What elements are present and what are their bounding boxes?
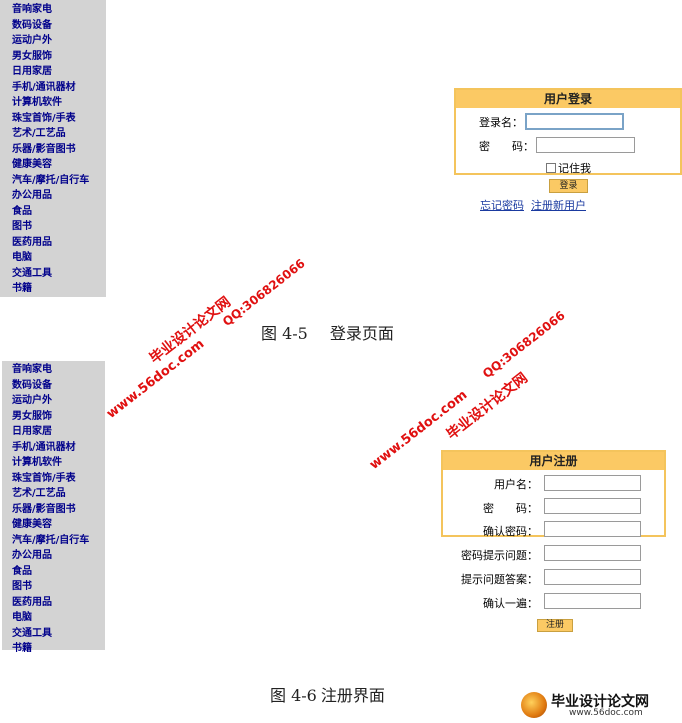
register-link[interactable]: 注册新用户 [531,197,586,213]
category-link[interactable]: 交通工具 [12,626,105,642]
category-link[interactable]: 珠宝首饰/手表 [12,111,106,127]
category-link[interactable]: 珠宝首饰/手表 [12,471,105,487]
category-link[interactable]: 食品 [12,564,105,580]
remember-checkbox[interactable] [546,163,556,173]
category-link[interactable]: 医药用品 [12,595,105,611]
category-link[interactable]: 艺术/工艺品 [12,126,106,142]
category-link[interactable]: 书籍 [12,281,106,297]
category-link[interactable]: 电脑 [12,250,106,266]
category-link[interactable]: 艺术/工艺品 [12,486,105,502]
category-sidebar-bottom: 音响家电 数码设备 运动户外 男女服饰 日用家居 手机/通讯器材 计算机软件 珠… [2,361,105,654]
category-link[interactable]: 汽车/摩托/自行车 [12,173,106,189]
reg-username-input[interactable] [544,475,641,491]
category-link[interactable]: 乐器/影音图书 [12,502,105,518]
category-link[interactable]: 手机/通讯器材 [12,440,105,456]
category-link[interactable]: 健康美容 [12,517,105,533]
category-link[interactable]: 医药用品 [12,235,106,251]
site-logo: 毕业设计论文网 www.56doc.com [517,690,677,720]
category-link[interactable]: 男女服饰 [12,49,106,65]
login-title: 用户登录 [456,90,680,108]
category-link[interactable]: 图书 [12,579,105,595]
reg-password-input[interactable] [544,498,641,514]
category-link[interactable]: 日用家居 [12,424,105,440]
username-input[interactable] [525,113,624,130]
category-link[interactable]: 音响家电 [12,2,106,18]
category-link[interactable]: 汽车/摩托/自行车 [12,533,105,549]
forgot-password-link[interactable]: 忘记密码 [480,197,524,213]
username-label: 登录名： [479,116,523,129]
remember-label: 记住我 [558,162,591,175]
reg-question-input[interactable] [544,545,641,561]
reg-answer-confirm-label: 确认一遍： [483,597,538,610]
category-link[interactable]: 音响家电 [12,362,105,378]
category-link[interactable]: 男女服饰 [12,409,105,425]
login-button[interactable]: 登录 [549,179,588,193]
reg-question-label: 密码提示问题： [461,549,538,562]
category-link[interactable]: 数码设备 [12,18,106,34]
register-title: 用户注册 [443,452,664,470]
category-link[interactable]: 计算机软件 [12,455,105,471]
logo-icon [521,692,547,718]
reg-answer-label: 提示问题答案： [461,573,538,586]
password-label: 密 码： [479,140,534,153]
category-link[interactable]: 日用家居 [12,64,106,80]
category-link[interactable]: 办公用品 [12,548,105,564]
watermark-qq: QQ:306826066 [480,308,568,382]
category-link[interactable]: 计算机软件 [12,95,106,111]
register-button[interactable]: 注册 [537,619,573,632]
category-sidebar-top: 音响家电 数码设备 运动户外 男女服饰 日用家居 手机/通讯器材 计算机软件 珠… [0,0,106,297]
reg-password-label: 密 码： [483,502,538,515]
reg-confirm-input[interactable] [544,521,641,537]
watermark-qq: QQ:306826066 [220,256,308,330]
category-link[interactable]: 运动户外 [12,33,106,49]
category-link[interactable]: 图书 [12,219,106,235]
category-link[interactable]: 书籍 [12,641,105,657]
reg-confirm-label: 确认密码： [483,525,538,538]
category-link[interactable]: 电脑 [12,610,105,626]
logo-url: www.56doc.com [569,708,643,718]
reg-answer-confirm-input[interactable] [544,593,641,609]
category-link[interactable]: 交通工具 [12,266,106,282]
category-link[interactable]: 数码设备 [12,378,105,394]
figure-caption-register: 图 4-6 注册界面 [270,686,385,705]
reg-answer-input[interactable] [544,569,641,585]
figure-caption-login: 图 4-5 登录页面 [261,324,394,343]
reg-username-label: 用户名： [494,478,538,491]
password-input[interactable] [536,137,635,153]
category-link[interactable]: 健康美容 [12,157,106,173]
category-link[interactable]: 手机/通讯器材 [12,80,106,96]
remember-me[interactable]: 记住我 [546,160,591,176]
category-link[interactable]: 食品 [12,204,106,220]
category-link[interactable]: 运动户外 [12,393,105,409]
category-link[interactable]: 乐器/影音图书 [12,142,106,158]
category-link[interactable]: 办公用品 [12,188,106,204]
